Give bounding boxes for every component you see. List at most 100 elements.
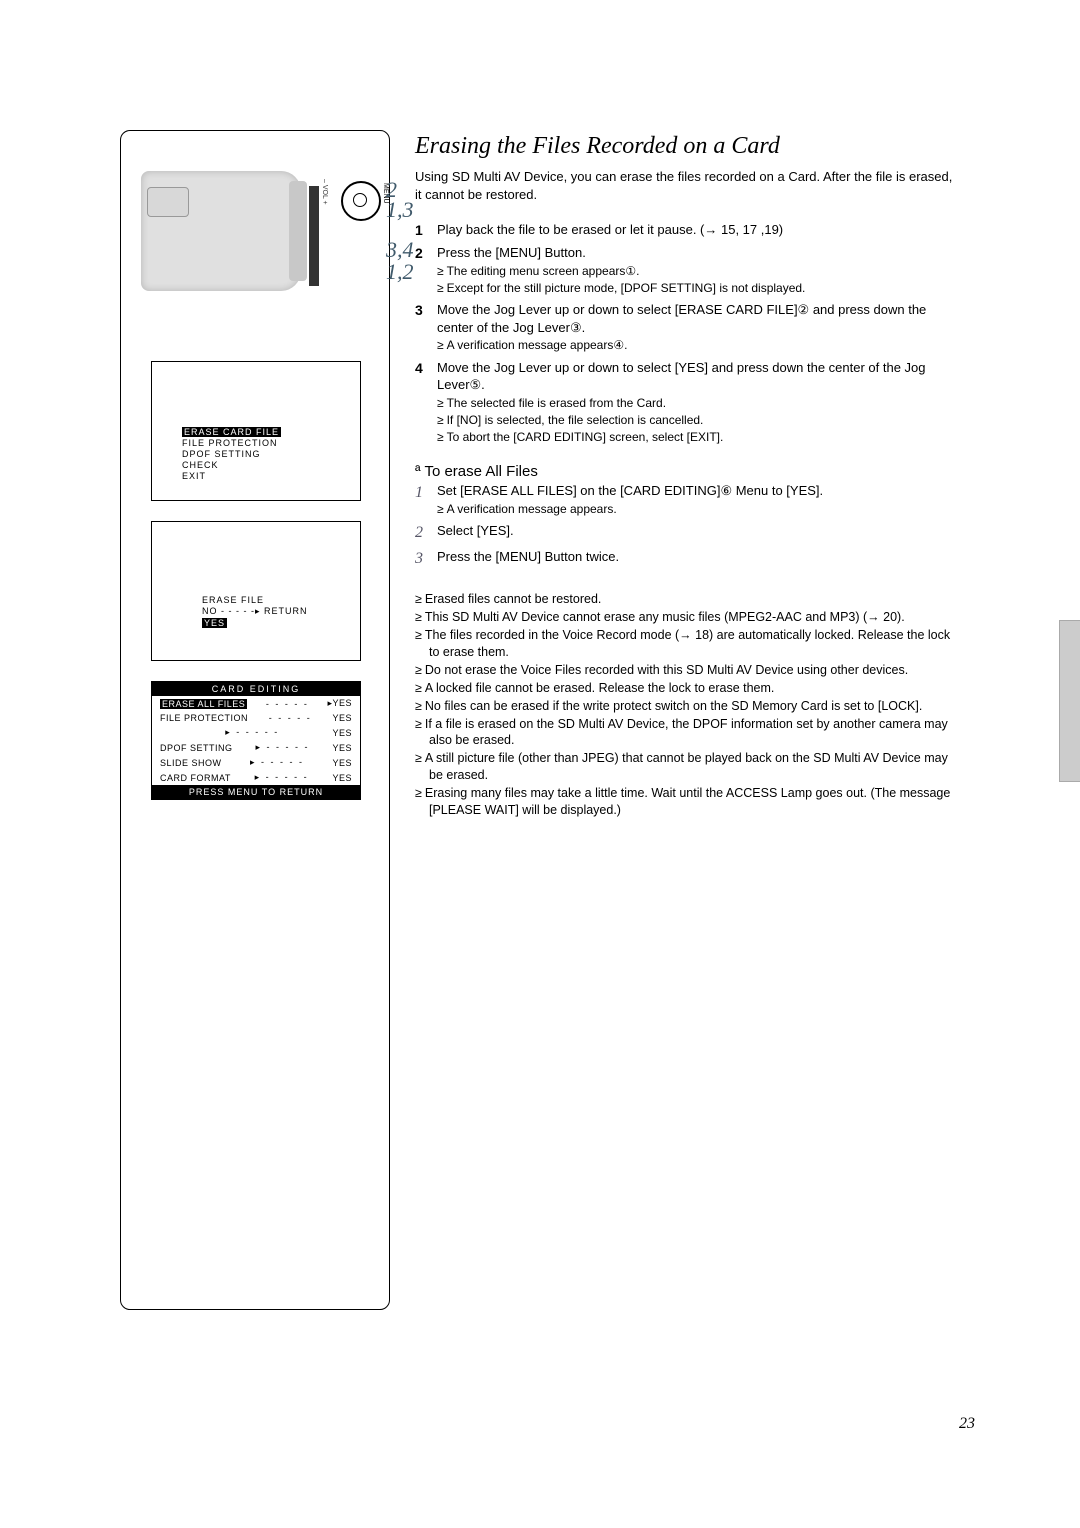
menu-file-protection: FILE PROTECTION [182,438,360,448]
device-illustration: – VOL + MENU 2 1,3 3,4 1,2 [136,151,376,331]
ce-dashes-2: - - - - - [248,713,332,723]
callout-1-3: 1,3 [386,197,414,223]
sub-line: A verification message appears④. [437,337,955,353]
note-line: This SD Multi AV Device cannot erase any… [415,609,955,626]
ce-val-slide: YES [332,758,352,768]
vol-label: – VOL + [321,179,328,205]
sub-line: If [NO] is selected, the file selection … [437,412,955,428]
ce-dashes-5: ▸ - - - - - [231,772,333,783]
camera-body [141,171,301,291]
sub-steps: 1 Set [ERASE ALL FILES] on the [CARD EDI… [415,482,955,569]
substep-1: 1 Set [ERASE ALL FILES] on the [CARD EDI… [415,482,955,518]
menu-exit: EXIT [182,471,360,481]
arrow-dashes: - - - - -▸ [221,606,261,616]
note-line: Do not erase the Voice Files recorded wi… [415,662,955,679]
ce-label-erase-all: ERASE ALL FILES [160,699,247,709]
step-num: 3 [415,548,437,570]
note-line: If a file is erased on the SD Multi AV D… [415,716,955,750]
card-editing-footer: PRESS MENU TO RETURN [152,785,360,799]
ce-label-slide: SLIDE SHOW [160,758,222,768]
step-4: 4 Move the Jog Lever up or down to selec… [415,359,955,447]
ce-dashes-3: ▸ - - - - - [233,742,333,753]
note-line: A still picture file (other than JPEG) t… [415,750,955,784]
text-column: Erasing the Files Recorded on a Card Usi… [415,130,955,820]
step-text: Move the Jog Lever up or down to select … [437,302,926,335]
step-text: Press the [MENU] Button. [437,245,586,260]
page-title: Erasing the Files Recorded on a Card [415,130,955,162]
step-subs: The selected file is erased from the Car… [437,395,955,446]
ce-row-format: CARD FORMAT ▸ - - - - - YES [152,770,360,785]
ce-row-erase-all: ERASE ALL FILES - - - - - ▸YES [152,696,360,711]
page-number: 23 [959,1415,975,1433]
sub-line: A verification message appears. [437,501,955,517]
ce-dashes-2b: ▸ - - - - - [172,727,332,738]
step-num: 1 [415,221,437,240]
main-steps: 1 Play back the file to be erased or let… [415,221,955,446]
ce-dashes: - - - - - [247,699,327,709]
substep-3: 3 Press the [MENU] Button twice. [415,548,955,570]
erase-file-screen: ERASE FILE NO - - - - -▸ RETURN YES [151,521,361,661]
sub-line: Except for the still picture mode, [DPOF… [437,280,955,296]
left-frame: – VOL + MENU 2 1,3 3,4 1,2 ERASE CARD FI… [120,130,390,1310]
step-body: Press the [MENU] Button. The editing men… [437,244,955,297]
ce-label-format: CARD FORMAT [160,773,231,783]
ce-label-dpof: DPOF SETTING [160,743,233,753]
step-subs: The editing menu screen appears①. Except… [437,263,955,296]
ce-val-blank: YES [332,728,352,738]
erase-file-return: RETURN [264,606,308,616]
step-text: Set [ERASE ALL FILES] on the [CARD EDITI… [437,483,823,498]
step-num: 1 [415,482,437,518]
ce-row-blank: ▸ - - - - - YES [152,725,360,740]
sub-line: To abort the [CARD EDITING] screen, sele… [437,429,955,445]
subheading: To erase All Files [415,462,955,482]
step-body: Move the Jog Lever up or down to select … [437,359,955,447]
step-subs: A verification message appears④. [437,337,955,353]
sub-line: The editing menu screen appears①. [437,263,955,279]
step-num: 2 [415,244,437,297]
step-3: 3 Move the Jog Lever up or down to selec… [415,301,955,354]
erase-file-title: ERASE FILE [202,595,360,605]
substep-2: 2 Select [YES]. [415,522,955,544]
step-text: Move the Jog Lever up or down to select … [437,360,926,393]
menu-button-icon [341,181,381,221]
menu-check: CHECK [182,460,360,470]
erase-file-yes: YES [202,618,227,628]
note-line: The files recorded in the Voice Record m… [415,627,955,661]
sub-line: The selected file is erased from the Car… [437,395,955,411]
ce-row-file-prot: FILE PROTECTION - - - - - YES [152,711,360,725]
illustration-column: – VOL + MENU 2 1,3 3,4 1,2 ERASE CARD FI… [120,130,390,1310]
step-2: 2 Press the [MENU] Button. The editing m… [415,244,955,297]
ce-val-format: YES [332,773,352,783]
step-num: 4 [415,359,437,447]
callout-1-2: 1,2 [386,259,414,285]
ce-row-slide: SLIDE SHOW ▸ - - - - - YES [152,755,360,770]
card-editing-screen: CARD EDITING ERASE ALL FILES - - - - - ▸… [151,681,361,800]
manual-page: – VOL + MENU 2 1,3 3,4 1,2 ERASE CARD FI… [0,0,1080,1528]
note-line: No files can be erased if the write prot… [415,698,955,715]
notes-list: Erased files cannot be restored. This SD… [415,591,955,818]
menu-erase-card-file: ERASE CARD FILE [182,427,281,437]
step-body: Move the Jog Lever up or down to select … [437,301,955,354]
step-body: Select [YES]. [437,522,955,544]
ce-label-file-prot: FILE PROTECTION [160,713,248,723]
erase-file-no-line: NO - - - - -▸ RETURN [202,606,360,617]
erase-file-no: NO [202,606,218,616]
note-line: Erasing many files may take a little tim… [415,785,955,819]
editing-menu-screen: ERASE CARD FILE FILE PROTECTION DPOF SET… [151,361,361,501]
ce-dashes-4: ▸ - - - - - [222,757,333,768]
note-line: Erased files cannot be restored. [415,591,955,608]
step-body: Play back the file to be erased or let i… [437,221,955,240]
card-editing-title: CARD EDITING [152,682,360,696]
thumb-tab [1059,620,1080,782]
camera-lens [147,187,189,217]
jog-lever-strip [309,186,319,286]
menu-dpof-setting: DPOF SETTING [182,449,360,459]
ce-val-erase-all: ▸YES [327,698,352,709]
step-subs: A verification message appears. [437,501,955,517]
step-num: 3 [415,301,437,354]
intro-text: Using SD Multi AV Device, you can erase … [415,168,955,203]
step-body: Press the [MENU] Button twice. [437,548,955,570]
note-line: A locked file cannot be erased. Release … [415,680,955,697]
ce-val-dpof: YES [332,743,352,753]
ce-row-dpof: DPOF SETTING ▸ - - - - - YES [152,740,360,755]
